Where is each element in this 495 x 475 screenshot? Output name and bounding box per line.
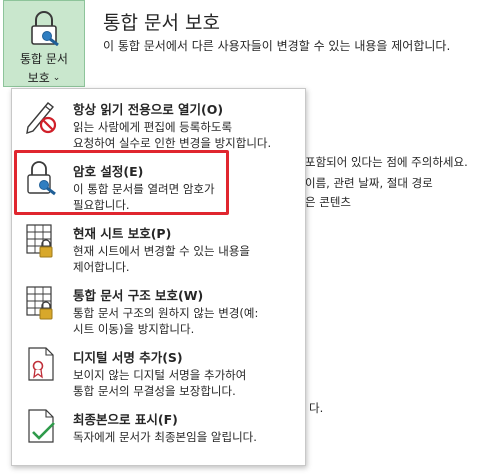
- read-only-pencil-icon: [26, 102, 57, 135]
- menu-item-always-read-only[interactable]: 항상 읽기 전용으로 열기(O) 읽는 사람에게 편집에 등록하도록 요청하여 …: [12, 93, 305, 153]
- menu-item-desc: 보이지 않는 디지털 서명을 추가하여 통합 문서의 무결성을 보장합니다.: [73, 367, 301, 399]
- mark-final-icon: [28, 409, 55, 443]
- desc-line: 통합 문서의 무결성을 보장합니다.: [73, 384, 236, 398]
- background-text-1: 포함되어 있다는 점에 주의하세요.: [305, 155, 468, 169]
- menu-item-title: 항상 읽기 전용으로 열기(O): [73, 102, 224, 117]
- desc-line: 요청하여 실수로 인한 변경을 방지합니다.: [73, 136, 272, 150]
- menu-item-desc: 통합 문서 구조의 원하지 않는 변경(예: 시트 이동)을 방지합니다.: [73, 305, 301, 337]
- menu-item-mark-final[interactable]: 최종본으로 표시(F) 독자에게 문서가 최종본임을 알립니다.: [12, 403, 305, 459]
- protect-button-label: 보호: [27, 71, 50, 85]
- background-text-2: 이름, 관련 날짜, 절대 경로: [305, 176, 433, 190]
- protect-structure-icon: [26, 286, 53, 320]
- menu-item-title: 디지털 서명 추가(S): [73, 350, 183, 365]
- protect-button-label-line1: 통합 문서: [20, 52, 68, 66]
- menu-item-title: 현재 시트 보호(P): [73, 226, 172, 241]
- menu-item-digital-signature[interactable]: 디지털 서명 추가(S) 보이지 않는 디지털 서명을 추가하여 통합 문서의 …: [12, 341, 305, 401]
- desc-line: 읽는 사람에게 편집에 등록하도록: [73, 120, 233, 134]
- desc-line: 통합 문서 구조의 원하지 않는 변경(예:: [73, 306, 259, 320]
- desc-line: 제어합니다.: [73, 260, 130, 274]
- lock-key-icon: [31, 11, 59, 46]
- section-title: 통합 문서 보호: [103, 12, 220, 34]
- menu-item-desc: 읽는 사람에게 편집에 등록하도록 요청하여 실수로 인한 변경을 방지합니다.: [73, 119, 301, 151]
- protect-sheet-icon: [26, 224, 53, 258]
- highlight-box: [14, 150, 229, 215]
- background-text-3: 은 콘텐츠: [305, 195, 351, 209]
- menu-item-desc: 독자에게 문서가 최종본임을 알립니다.: [73, 429, 301, 445]
- protect-workbook-menu: 항상 읽기 전용으로 열기(O) 읽는 사람에게 편집에 등록하도록 요청하여 …: [11, 88, 306, 466]
- desc-line: 독자에게 문서가 최종본임을 알립니다.: [73, 430, 257, 444]
- chevron-down-icon: ⌄: [52, 72, 61, 83]
- digital-signature-icon: [28, 347, 54, 381]
- menu-item-protect-sheet[interactable]: 현재 시트 보호(P) 현재 시트에서 변경할 수 있는 내용을 제어합니다.: [12, 217, 305, 277]
- menu-item-protect-structure[interactable]: 통합 문서 구조 보호(W) 통합 문서 구조의 원하지 않는 변경(예: 시트…: [12, 279, 305, 339]
- desc-line: 보이지 않는 디지털 서명을 추가하여: [73, 368, 247, 382]
- menu-item-title: 통합 문서 구조 보호(W): [73, 288, 204, 303]
- menu-item-title: 최종본으로 표시(F): [73, 412, 178, 427]
- desc-line: 시트 이동)을 방지합니다.: [73, 322, 195, 336]
- protect-workbook-button[interactable]: 통합 문서 보호 ⌄: [3, 0, 85, 87]
- protect-button-label-line2: 보호 ⌄: [28, 69, 61, 86]
- backstage-info-page: 통합 문서 보호 ⌄ 통합 문서 보호 이 통합 문서에서 다른 사용자들이 변…: [0, 0, 495, 475]
- section-description: 이 통합 문서에서 다른 사용자들이 변경할 수 있는 내용을 제어합니다.: [103, 39, 451, 53]
- desc-line: 현재 시트에서 변경할 수 있는 내용을: [73, 244, 250, 258]
- menu-item-desc: 현재 시트에서 변경할 수 있는 내용을 제어합니다.: [73, 243, 301, 275]
- background-text-4: 다.: [309, 401, 324, 415]
